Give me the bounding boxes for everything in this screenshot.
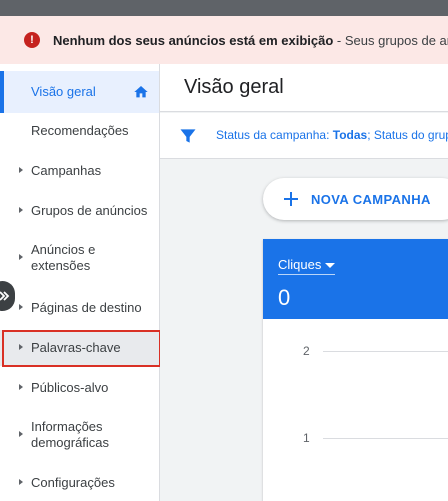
sidebar-item-grupos-de-anuncios[interactable]: Grupos de anúncios	[0, 193, 159, 229]
sidebar-item-label: Recomendações	[31, 123, 129, 138]
sidebar-item-label: Páginas de destino	[31, 300, 142, 315]
sidebar-item-campanhas[interactable]: Campanhas	[0, 153, 159, 189]
chevron-right-icon	[19, 254, 23, 260]
metric-header: Cliques 0	[263, 239, 448, 319]
metric-name: Cliques	[278, 257, 322, 272]
gridline	[323, 438, 448, 439]
sidebar-item-recomendacoes[interactable]: Recomendações	[0, 113, 159, 149]
page-header: Visão geral	[160, 64, 448, 112]
performance-chart-card: Cliques 0 2 1	[263, 239, 448, 501]
alert-bold-text: Nenhum dos seus anúncios está em exibiçã…	[53, 32, 334, 48]
filter-value: Todas	[332, 128, 368, 142]
sidebar-item-label: Anúncios e extensões	[31, 242, 96, 273]
filter-text[interactable]: Status da campanha: Todas; Status do gru…	[216, 128, 448, 142]
sidebar-item-publicos-alvo[interactable]: Públicos-alvo	[0, 370, 159, 406]
filter-bar[interactable]: Status da campanha: Todas; Status do gru…	[160, 113, 448, 159]
filter-icon[interactable]	[178, 126, 198, 146]
sidebar-nav: Visão geral Recomendações Campanhas Grup…	[0, 64, 160, 501]
sidebar-item-label: Informações demográficas	[31, 419, 110, 450]
sidebar-item-label: Palavras-chave	[31, 340, 121, 355]
metric-value: 0	[278, 285, 291, 310]
metric-dropdown[interactable]: Cliques	[278, 257, 336, 275]
chevron-right-icon	[19, 304, 23, 310]
new-campaign-button[interactable]: NOVA CAMPANHA	[263, 178, 448, 220]
sidebar-item-label: Grupos de anúncios	[31, 203, 148, 218]
sidebar-item-label: Públicos-alvo	[31, 380, 109, 395]
sidebar-item-configuracoes[interactable]: Configurações	[0, 465, 159, 501]
sidebar-item-anuncios-e-extensoes[interactable]: Anúncios e extensões	[0, 236, 159, 280]
alert-icon: !	[24, 32, 40, 48]
filter-prefix: Status da campanha:	[216, 128, 333, 142]
chevron-right-icon	[19, 167, 23, 173]
top-app-bar	[0, 0, 448, 16]
gridline	[323, 351, 448, 352]
new-campaign-label: NOVA CAMPANHA	[311, 191, 431, 207]
chevron-right-icon	[19, 479, 23, 485]
chevron-right-icon	[19, 431, 23, 437]
sidebar-item-label: Campanhas	[31, 163, 102, 178]
sidebar-item-label: Configurações	[31, 475, 115, 490]
home-icon	[134, 86, 148, 98]
alert-message: Nenhum dos seus anúncios está em exibiçã…	[53, 33, 448, 48]
filter-suffix: ; Status do grupo	[367, 128, 448, 142]
chevron-right-icon	[19, 207, 23, 213]
main-content: Visão geral Status da campanha: Todas; S…	[160, 64, 448, 501]
sidebar-item-visao-geral[interactable]: Visão geral	[0, 71, 159, 113]
page-title: Visão geral	[184, 76, 284, 98]
chevron-right-icon	[19, 344, 23, 350]
y-axis-tick: 1	[303, 431, 310, 445]
sidebar-item-informacoes-demograficas[interactable]: Informações demográficas	[0, 413, 159, 457]
sidebar-item-palavras-chave[interactable]: Palavras-chave	[0, 330, 159, 366]
alert-banner: ! Nenhum dos seus anúncios está em exibi…	[0, 16, 448, 64]
caret-down-icon	[325, 263, 336, 269]
y-axis-tick: 2	[303, 344, 310, 358]
alert-rest-text: - Seus grupos de anúncios	[336, 32, 448, 48]
double-chevron-right-icon	[0, 291, 10, 301]
sidebar-item-paginas-de-destino[interactable]: Páginas de destino	[0, 290, 159, 326]
chevron-right-icon	[19, 384, 23, 390]
sidebar-item-label: Visão geral	[31, 84, 96, 99]
plus-icon	[284, 192, 298, 206]
